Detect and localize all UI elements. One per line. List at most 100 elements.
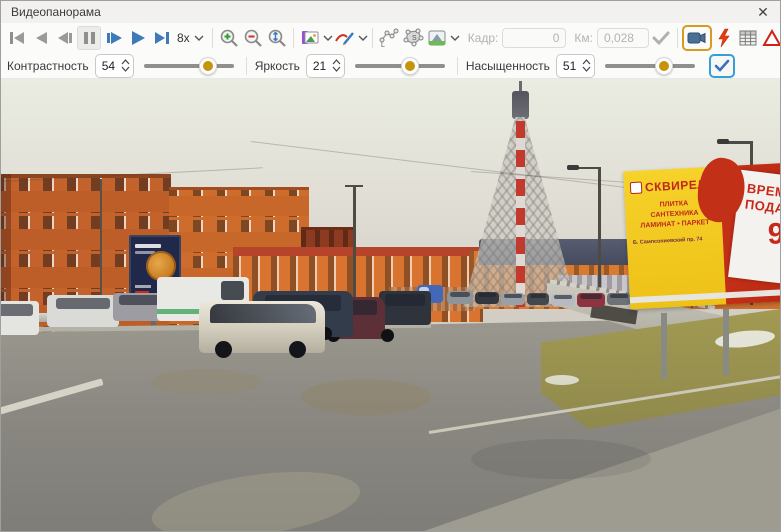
tv-tower-red-stripe	[516, 121, 525, 307]
brightness-slider[interactable]	[355, 56, 445, 76]
km-input[interactable]	[597, 28, 649, 48]
zoom-in-button[interactable]	[217, 26, 241, 50]
pause-button[interactable]	[77, 26, 101, 50]
play-button[interactable]	[125, 26, 149, 50]
billboard-leg	[661, 313, 667, 379]
vehicle	[1, 301, 39, 335]
billboard-address: Б. Сампсониевский пр. 74	[633, 236, 711, 245]
vehicle	[607, 293, 631, 305]
panorama-photo-viewport[interactable]: СКВИРЕЛ ПЛИТКА САНТЕХНИКА ЛАМИНАТ • ПАРК…	[1, 79, 780, 532]
zoom-level-value: 8x	[177, 31, 190, 45]
contrast-slider[interactable]	[144, 56, 234, 76]
panorama-view-button[interactable]	[425, 26, 449, 50]
saturation-value: 51	[563, 59, 579, 73]
step-back-button[interactable]	[53, 26, 77, 50]
vehicle	[47, 295, 119, 327]
image-layers-icon	[299, 28, 321, 48]
zoom-fit-icon	[267, 28, 287, 48]
pause-icon	[79, 28, 99, 48]
go-first-button[interactable]	[5, 26, 29, 50]
video-panorama-window: Видеопанорама ✕ 8x	[0, 0, 781, 532]
saturation-slider[interactable]	[605, 56, 695, 76]
contrast-label: Контрастность	[7, 59, 89, 73]
video-camera-icon	[687, 30, 707, 46]
measure-length-button[interactable]: L	[377, 26, 401, 50]
zoom-level-combo[interactable]: 8x	[173, 26, 208, 50]
svg-text:L: L	[381, 42, 385, 49]
vehicle	[527, 293, 549, 305]
go-last-icon	[151, 28, 171, 48]
separator	[372, 28, 373, 48]
slider-handle[interactable]	[199, 57, 217, 75]
street-lamp-head	[717, 139, 729, 144]
zoom-fit-button[interactable]	[265, 26, 289, 50]
draw-curve-button[interactable]	[333, 26, 357, 50]
lightning-icon	[716, 28, 732, 48]
chevron-down-icon[interactable]	[323, 34, 333, 42]
pizza-sign-text-blur	[135, 285, 151, 288]
image-layers-button[interactable]	[298, 26, 322, 50]
brightness-value: 21	[313, 59, 329, 73]
spinner-arrows-icon[interactable]	[332, 59, 341, 72]
warning-triangle-button[interactable]	[760, 26, 781, 50]
km-label: Км:	[574, 31, 593, 45]
prev-frame-button[interactable]	[29, 26, 53, 50]
separator	[457, 57, 458, 75]
frame-input[interactable]	[502, 28, 566, 48]
pizza-sign-text-blur	[135, 244, 161, 248]
apply-check-button[interactable]	[649, 26, 673, 50]
draw-curve-icon	[334, 28, 356, 48]
panorama-view-icon	[426, 28, 448, 48]
saturation-label: Насыщенность	[466, 59, 550, 73]
window-title: Видеопанорама	[1, 5, 746, 19]
vehicle	[379, 291, 431, 325]
chevron-down-icon[interactable]	[450, 34, 460, 42]
adjustments-enabled-checkbox[interactable]	[709, 54, 735, 78]
measure-area-button[interactable]: S	[401, 26, 425, 50]
adjustments-toolbar: Контрастность 54 Яркость 21 Насыщенность…	[1, 53, 780, 79]
table-icon	[738, 29, 758, 47]
billboard-face: СКВИРЕЛ ПЛИТКА САНТЕХНИКА ЛАМИНАТ • ПАРК…	[623, 163, 780, 310]
close-button[interactable]: ✕	[746, 1, 780, 23]
slider-handle[interactable]	[401, 57, 419, 75]
contrast-spinner[interactable]: 54	[95, 54, 134, 78]
promo-number: 9	[767, 218, 780, 253]
skvirel-billboard: СКВИРЕЛ ПЛИТКА САНТЕХНИКА ЛАМИНАТ • ПАРК…	[623, 163, 780, 322]
table-button[interactable]	[736, 26, 760, 50]
check-icon	[652, 30, 670, 46]
street-lamp-head	[567, 165, 579, 170]
dirt-patch	[301, 379, 431, 415]
zoom-in-icon	[219, 28, 239, 48]
title-bar: Видеопанорама ✕	[1, 1, 780, 23]
go-last-button[interactable]	[149, 26, 173, 50]
vehicle	[577, 293, 605, 307]
slider-handle[interactable]	[655, 57, 673, 75]
asphalt-dark-patch	[471, 439, 651, 479]
measure-length-icon: L	[378, 27, 400, 49]
video-camera-button[interactable]	[682, 25, 712, 51]
separator	[212, 28, 213, 48]
vehicle	[501, 293, 525, 305]
lightning-button[interactable]	[712, 26, 736, 50]
prev-icon	[31, 28, 51, 48]
zoom-out-button[interactable]	[241, 26, 265, 50]
spinner-arrows-icon[interactable]	[121, 59, 130, 72]
vehicle	[551, 294, 575, 306]
step-back-icon	[55, 28, 75, 48]
spinner-arrows-icon[interactable]	[582, 59, 591, 72]
step-forward-icon	[103, 28, 123, 48]
slider-track	[355, 64, 445, 68]
chevron-down-icon	[194, 34, 204, 42]
contrast-value: 54	[102, 59, 118, 73]
skvirel-logo-icon	[630, 182, 643, 195]
play-icon	[127, 28, 147, 48]
brightness-spinner[interactable]: 21	[306, 54, 345, 78]
street-lamp-crossarm	[345, 185, 363, 187]
billboard-leg	[723, 309, 729, 375]
step-forward-button[interactable]	[101, 26, 125, 50]
checkbox-check-icon	[714, 59, 730, 73]
saturation-spinner[interactable]: 51	[556, 54, 595, 78]
svg-text:S: S	[412, 35, 417, 42]
chevron-down-icon[interactable]	[358, 34, 368, 42]
brightness-label: Яркость	[255, 59, 300, 73]
